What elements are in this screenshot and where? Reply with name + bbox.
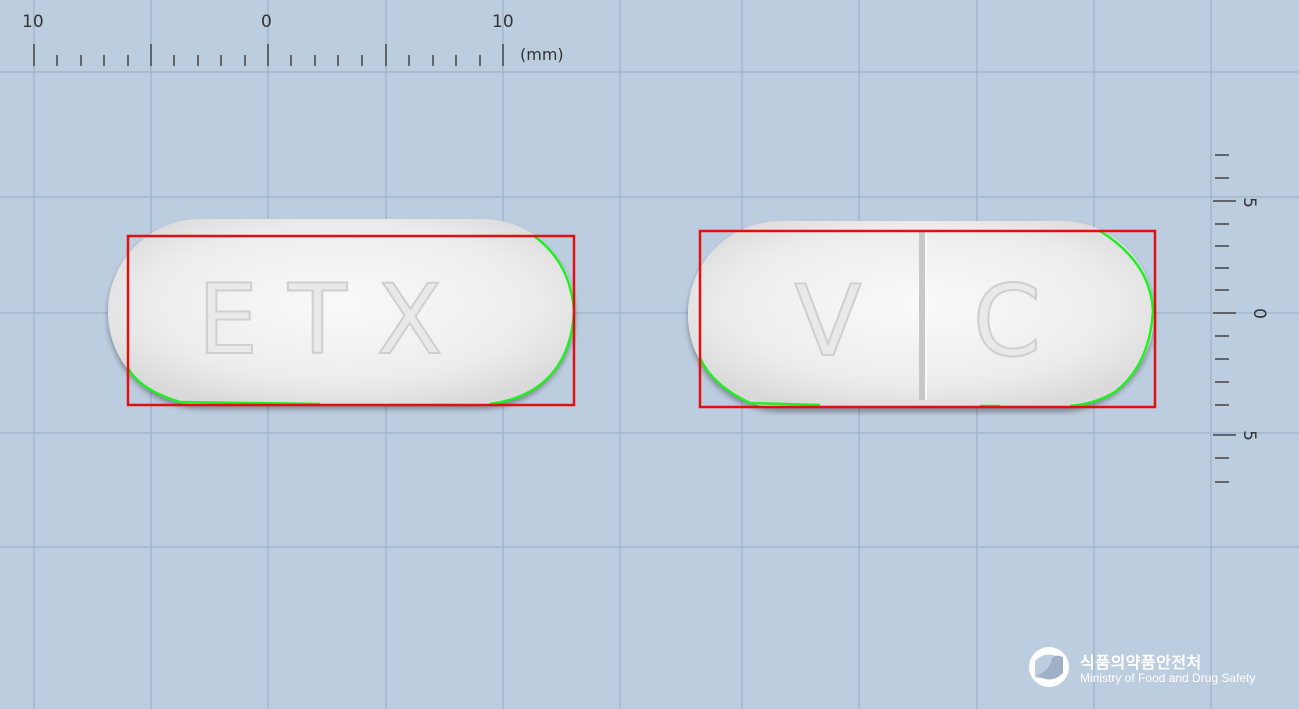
top-ruler-label-right: 10 xyxy=(492,12,514,32)
top-ruler xyxy=(33,44,504,66)
right-ruler-label-bottom: 5 xyxy=(1238,430,1259,441)
svg-text:C: C xyxy=(973,265,1041,379)
top-ruler-label-center: 0 xyxy=(261,12,272,32)
ruler-unit-label: (mm) xyxy=(520,45,564,64)
pill-image-canvas: ETX V C xyxy=(0,0,1299,709)
svg-text:V: V xyxy=(794,265,861,379)
right-ruler-label-center: 0 xyxy=(1248,308,1269,319)
tablet-front-imprint: ETX xyxy=(196,263,472,377)
mfds-logo: 식품의약품안전처 Ministry of Food and Drug Safet… xyxy=(1030,646,1270,692)
tablet-back: V C xyxy=(688,221,1154,408)
right-ruler-label-top: 5 xyxy=(1238,197,1259,208)
tablet-front: ETX xyxy=(108,219,575,405)
logo-korean-text: 식품의약품안전처 xyxy=(1080,653,1202,672)
svg-text:ETX: ETX xyxy=(197,264,472,376)
logo-english-text: Ministry of Food and Drug Safety xyxy=(1080,671,1256,685)
top-ruler-label-left: 10 xyxy=(22,12,44,32)
